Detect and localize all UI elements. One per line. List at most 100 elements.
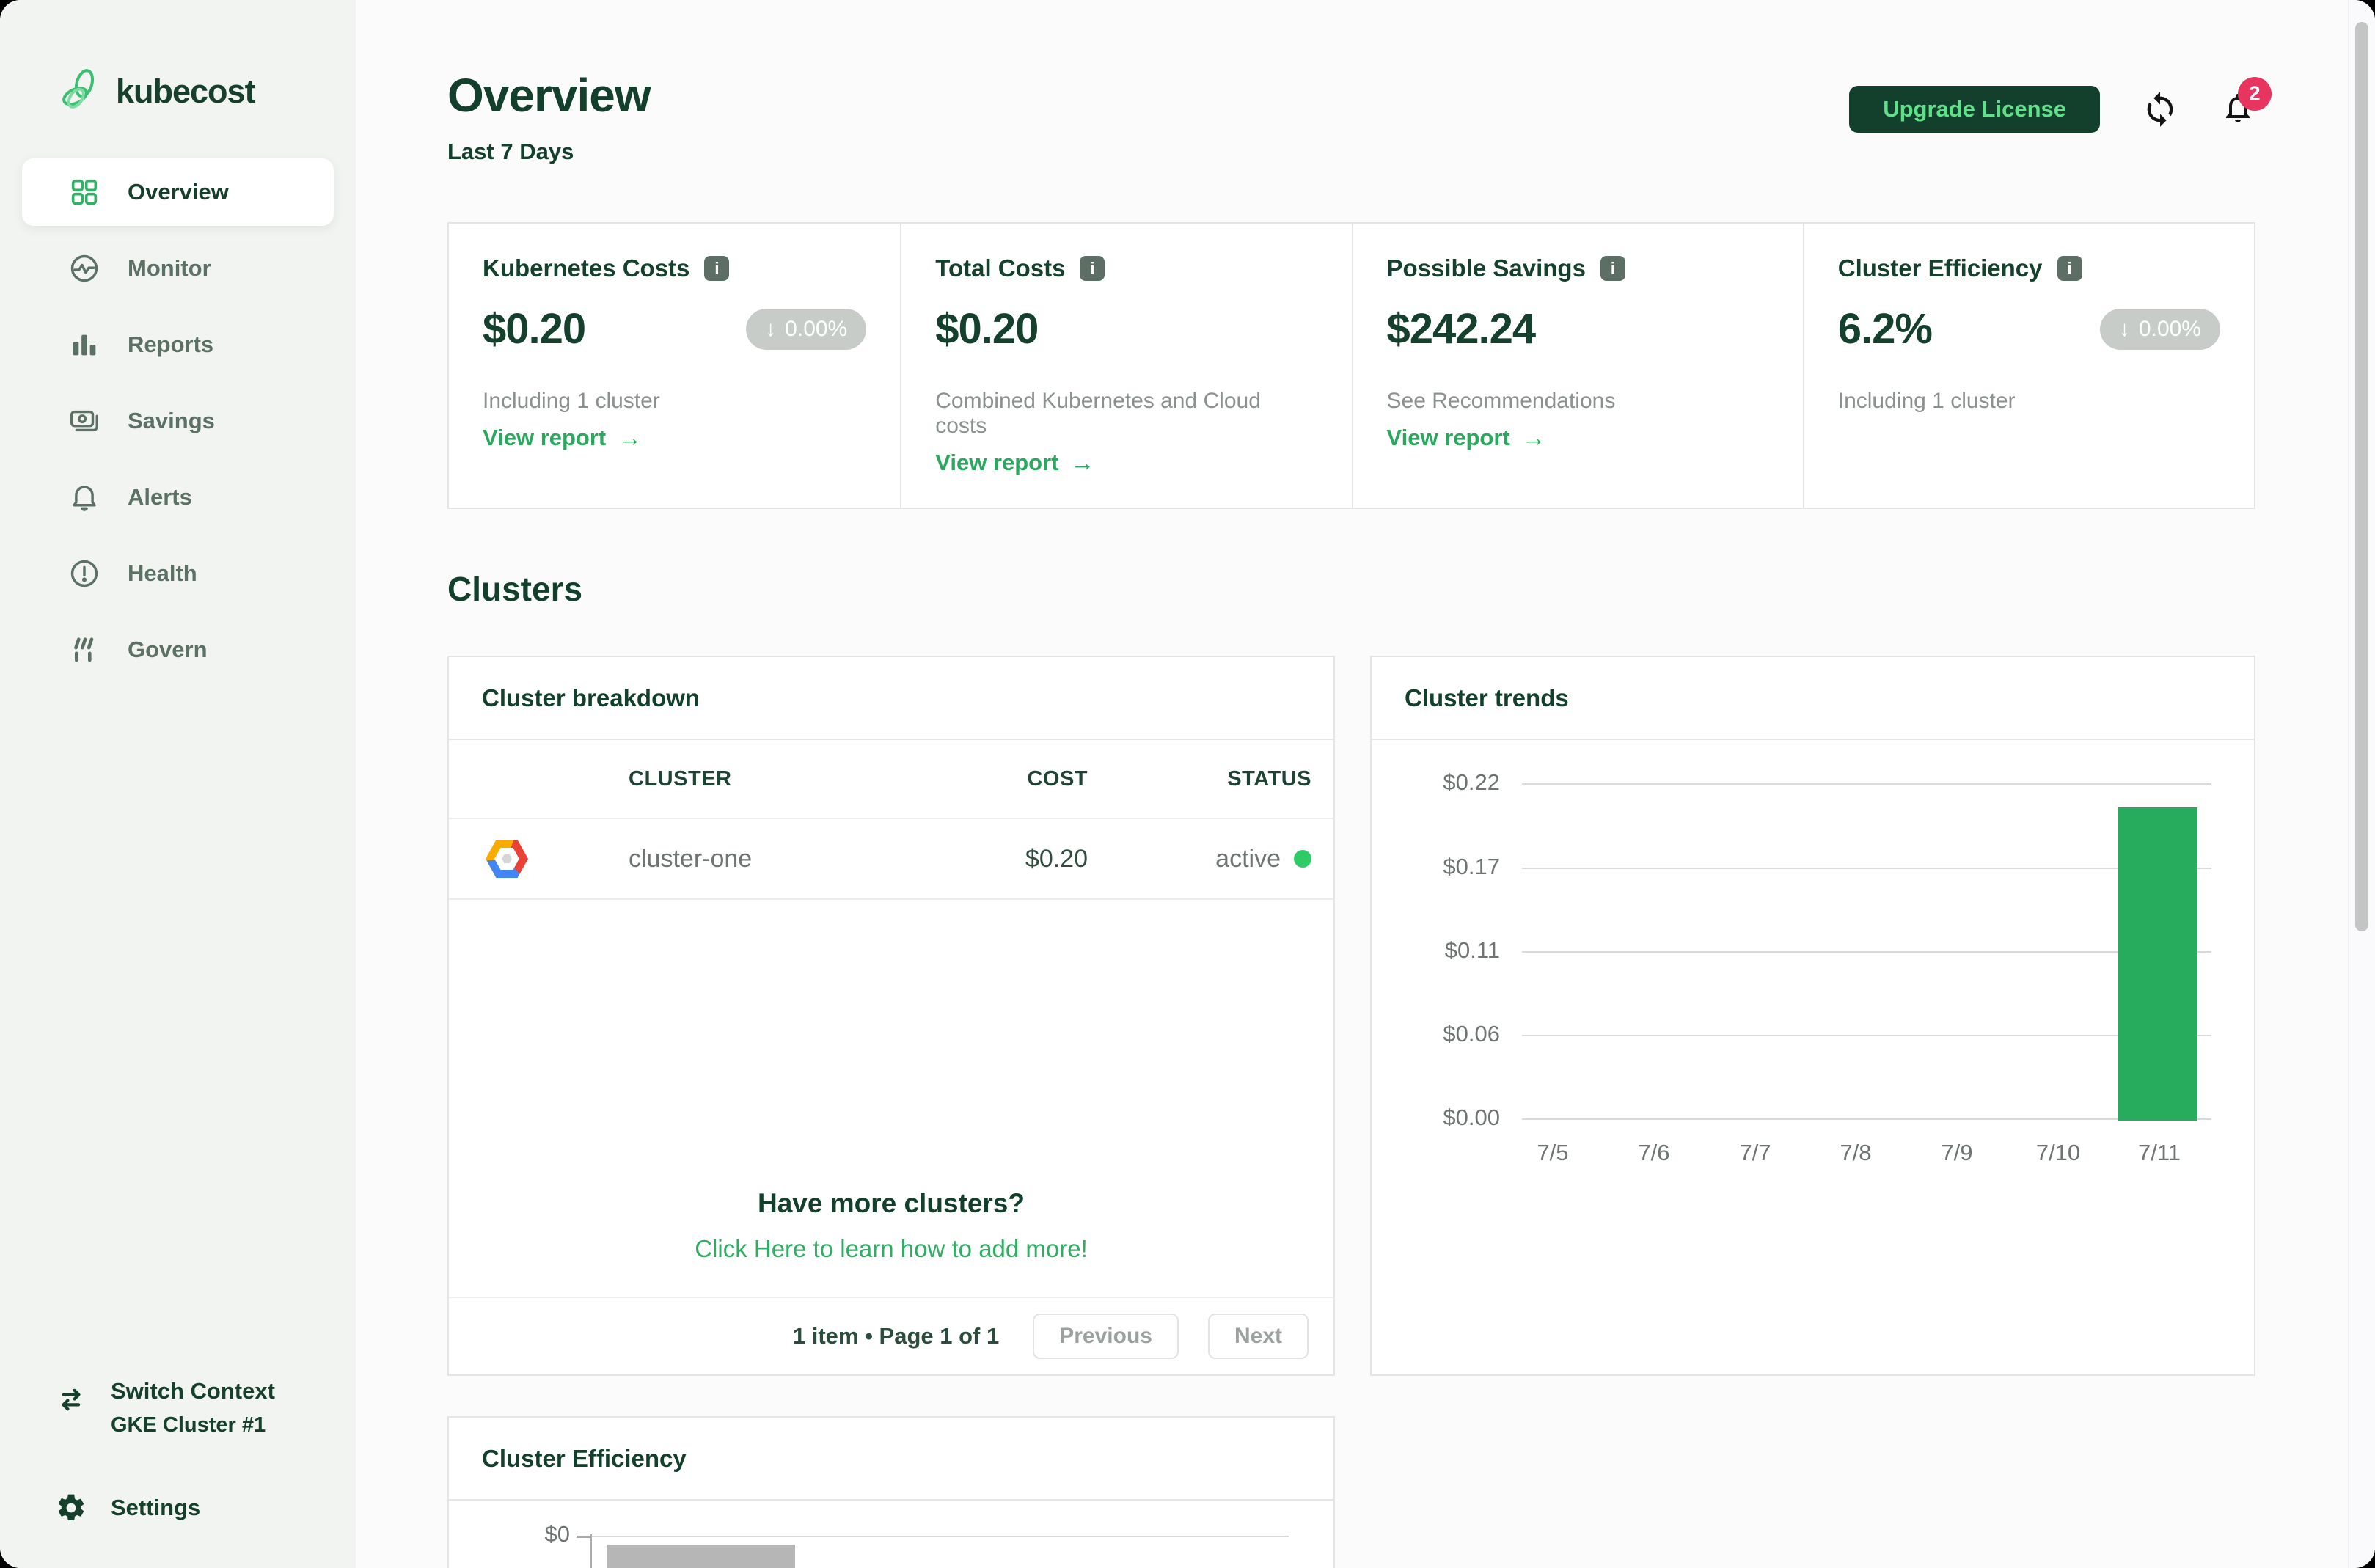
delta-badge: ↓ 0.00% (2099, 308, 2220, 350)
add-clusters-link[interactable]: Click Here to learn how to add more! (695, 1235, 1088, 1263)
view-report-link[interactable]: View report → (1387, 424, 1769, 452)
sidebar-item-label: Alerts (128, 484, 192, 510)
y-tick-label: $0.06 (1443, 1021, 1500, 1047)
x-tick-label: 7/11 (2137, 1140, 2181, 1165)
card-subtext: Including 1 cluster (1837, 389, 2016, 413)
info-icon[interactable]: i (1600, 256, 1625, 281)
bar-chart-icon (67, 328, 101, 362)
cluster-breakdown-panel: Cluster breakdown CLUSTER COST STATUS cl… (447, 656, 1335, 1376)
app-window: kubecost Overview Monitor Reports Saving… (0, 0, 2375, 1568)
grid-icon (67, 175, 101, 209)
card-subtext: Including 1 cluster (483, 389, 660, 413)
clusters-panels: Cluster breakdown CLUSTER COST STATUS cl… (447, 656, 2255, 1376)
sidebar-item-savings[interactable]: Savings (22, 387, 334, 455)
y-tick-label: $0.11 (1444, 937, 1500, 963)
view-report-link[interactable]: View report → (935, 449, 1317, 477)
card-title: Possible Savings (1386, 254, 1586, 282)
card-possible-savings: Possible Savings i $242.24 See Recommend… (1351, 224, 1803, 508)
card-value: $242.24 (1386, 305, 1537, 353)
upgrade-license-button[interactable]: Upgrade License (1849, 86, 2100, 133)
gridline (1522, 951, 2211, 953)
sidebar-item-reports[interactable]: Reports (22, 311, 334, 378)
y-tick-label: $0.22 (1443, 769, 1500, 795)
header-actions: Upgrade License 2 (1849, 76, 2272, 133)
table-row[interactable]: cluster-one $0.20 active (449, 819, 1333, 900)
pagination-footer: 1 item • Page 1 of 1 Previous Next (449, 1298, 1333, 1374)
page-title: Overview (447, 69, 651, 122)
card-subtext: See Recommendations (1386, 389, 1616, 413)
card-title: Kubernetes Costs (483, 254, 690, 282)
down-arrow-icon: ↓ (765, 316, 777, 341)
settings-button[interactable]: Settings (55, 1492, 334, 1524)
info-icon[interactable]: i (704, 256, 730, 281)
gavel-icon (67, 633, 101, 667)
column-header-status: STATUS (1227, 766, 1311, 791)
banknote-icon (67, 404, 101, 438)
sidebar-item-label: Savings (128, 408, 215, 433)
sidebar-item-overview[interactable]: Overview (22, 158, 334, 226)
sidebar-item-alerts[interactable]: Alerts (22, 464, 334, 531)
x-tick-label: 7/8 (1840, 1140, 1872, 1165)
kubecost-logo: kubecost (59, 67, 334, 116)
x-tick-label: 7/10 (2035, 1140, 2081, 1165)
cluster-efficiency-chart: $0 $0 (449, 1501, 1333, 1568)
sidebar-item-monitor[interactable]: Monitor (22, 235, 334, 302)
notifications-button[interactable]: 2 (2220, 76, 2272, 129)
y-axis-tick (577, 1536, 590, 1538)
x-tick-label: 7/6 (1638, 1140, 1670, 1165)
efficiency-bar[interactable] (607, 1545, 795, 1568)
cluster-efficiency-panel: Cluster Efficiency $0 $0 (447, 1416, 1335, 1568)
gridline (1522, 1035, 2211, 1036)
settings-label: Settings (111, 1495, 201, 1520)
add-clusters-cta: Have more clusters? Click Here to learn … (449, 900, 1333, 1298)
x-tick-label: 7/5 (1537, 1140, 1569, 1165)
info-icon[interactable]: i (1080, 256, 1105, 281)
kubecost-logo-icon (62, 69, 95, 109)
column-header-cost: COST (1027, 766, 1088, 791)
y-tick-label: $0.00 (1443, 1104, 1500, 1130)
refresh-icon (2147, 92, 2173, 127)
sidebar-bottom: Switch Context GKE Cluster #1 Settings (22, 1378, 334, 1568)
switch-context-label: Switch Context (111, 1378, 275, 1404)
pagination-label: 1 item • Page 1 of 1 (792, 1323, 1000, 1349)
exclamation-circle-icon (67, 557, 101, 590)
view-report-link[interactable]: View report → (483, 424, 866, 452)
delta-value: 0.00% (785, 316, 848, 341)
page-header: Overview Last 7 Days Upgrade License 2 (447, 69, 2272, 165)
cta-title: Have more clusters? (757, 1188, 1025, 1218)
sidebar-item-health[interactable]: Health (22, 540, 334, 607)
cluster-trends-title: Cluster trends (1372, 657, 2254, 740)
y-tick-label: $0.17 (1443, 854, 1500, 879)
monitor-icon (67, 252, 101, 285)
next-page-button[interactable]: Next (1207, 1314, 1309, 1359)
y-tick-label: $0 (544, 1521, 570, 1547)
current-context-label: GKE Cluster #1 (111, 1413, 266, 1437)
trend-bar-7-11[interactable] (2118, 807, 2197, 1121)
cluster-status: active (1088, 845, 1311, 873)
delta-badge: ↓ 0.00% (746, 308, 867, 350)
switch-context-button[interactable]: Switch Context GKE Cluster #1 (55, 1378, 334, 1437)
gridline (592, 1536, 1289, 1537)
down-arrow-icon: ↓ (2118, 316, 2130, 341)
card-title: Total Costs (935, 254, 1066, 282)
brand-name: kubecost (116, 73, 256, 110)
sidebar-item-govern[interactable]: Govern (22, 616, 334, 684)
gridline (1522, 783, 2211, 785)
delta-value: 0.00% (2138, 316, 2201, 341)
arrow-right-icon: → (618, 424, 643, 451)
table-header-row: CLUSTER COST STATUS (449, 740, 1333, 819)
gear-icon (58, 1494, 84, 1521)
scrollbar-thumb[interactable] (2355, 22, 2368, 931)
previous-page-button[interactable]: Previous (1033, 1314, 1179, 1359)
card-value: $0.20 (483, 305, 586, 353)
cluster-breakdown-title: Cluster breakdown (449, 657, 1333, 740)
card-subtext: Combined Kubernetes and Cloud costs (935, 389, 1261, 438)
main-content: Overview Last 7 Days Upgrade License 2 K… (356, 0, 2375, 1568)
cluster-name: cluster-one (629, 844, 753, 873)
info-icon[interactable]: i (2057, 256, 2082, 281)
x-tick-label: 7/9 (1941, 1140, 1973, 1165)
sidebar-item-label: Reports (128, 331, 214, 357)
refresh-button[interactable] (2141, 90, 2179, 128)
arrow-right-icon: → (1070, 449, 1095, 476)
sidebar-item-label: Monitor (128, 255, 211, 281)
